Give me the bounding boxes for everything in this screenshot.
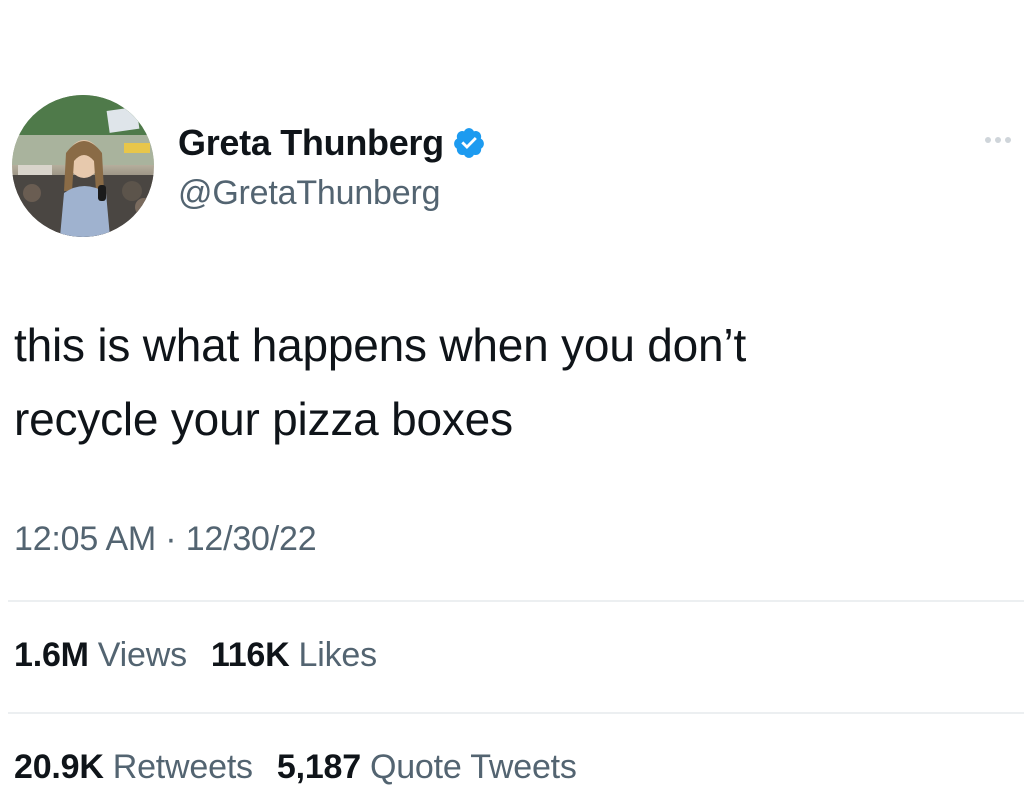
timestamp-time[interactable]: 12:05 AM <box>14 520 156 558</box>
likes-label: Likes <box>298 636 378 674</box>
quote-tweets-stat[interactable]: 5,187 Quote Tweets <box>277 748 577 787</box>
avatar[interactable] <box>12 95 154 237</box>
likes-stat[interactable]: 116K Likes <box>211 636 377 675</box>
views-label: Views <box>97 636 187 674</box>
more-options-dot <box>1005 137 1011 143</box>
divider <box>8 712 1024 714</box>
tweet-text-line: this is what happens when you don’t <box>14 319 747 371</box>
retweets-stat[interactable]: 20.9K Retweets <box>14 748 253 787</box>
verified-badge-icon <box>453 128 484 158</box>
display-name[interactable]: Greta Thunberg <box>178 122 444 164</box>
more-options-dots-icon <box>985 137 991 143</box>
handle[interactable]: @GretaThunberg <box>178 174 440 213</box>
likes-count: 116K <box>210 636 290 674</box>
retweets-label: Retweets <box>112 748 253 786</box>
stats-row-retweets-quotes: 20.9K Retweets 5,187 Quote Tweets <box>14 748 601 787</box>
timestamp-separator: · <box>156 520 186 558</box>
timestamp-date[interactable]: 12/30/22 <box>186 520 317 558</box>
retweets-count: 20.9K <box>14 748 104 786</box>
tweet-text-line: recycle your pizza boxes <box>14 393 513 445</box>
divider <box>8 600 1024 602</box>
tweet-card: Greta Thunberg @GretaThunberg this is wh… <box>0 0 1024 805</box>
profile-photo-icon <box>12 95 154 237</box>
quote-tweets-label: Quote Tweets <box>369 748 577 786</box>
quote-tweets-count: 5,187 <box>276 748 361 786</box>
author-name-row[interactable]: Greta Thunberg <box>178 122 486 164</box>
more-options-button[interactable] <box>978 128 1018 152</box>
tweet-text: this is what happens when you don’t recy… <box>14 308 1004 456</box>
timestamp[interactable]: 12:05 AM · 12/30/22 <box>14 520 317 559</box>
more-options-dot <box>995 137 1001 143</box>
views-stat[interactable]: 1.6M Views <box>14 636 187 675</box>
views-count: 1.6M <box>14 636 89 674</box>
stats-row-views-likes: 1.6M Views 116K Likes <box>14 636 401 675</box>
